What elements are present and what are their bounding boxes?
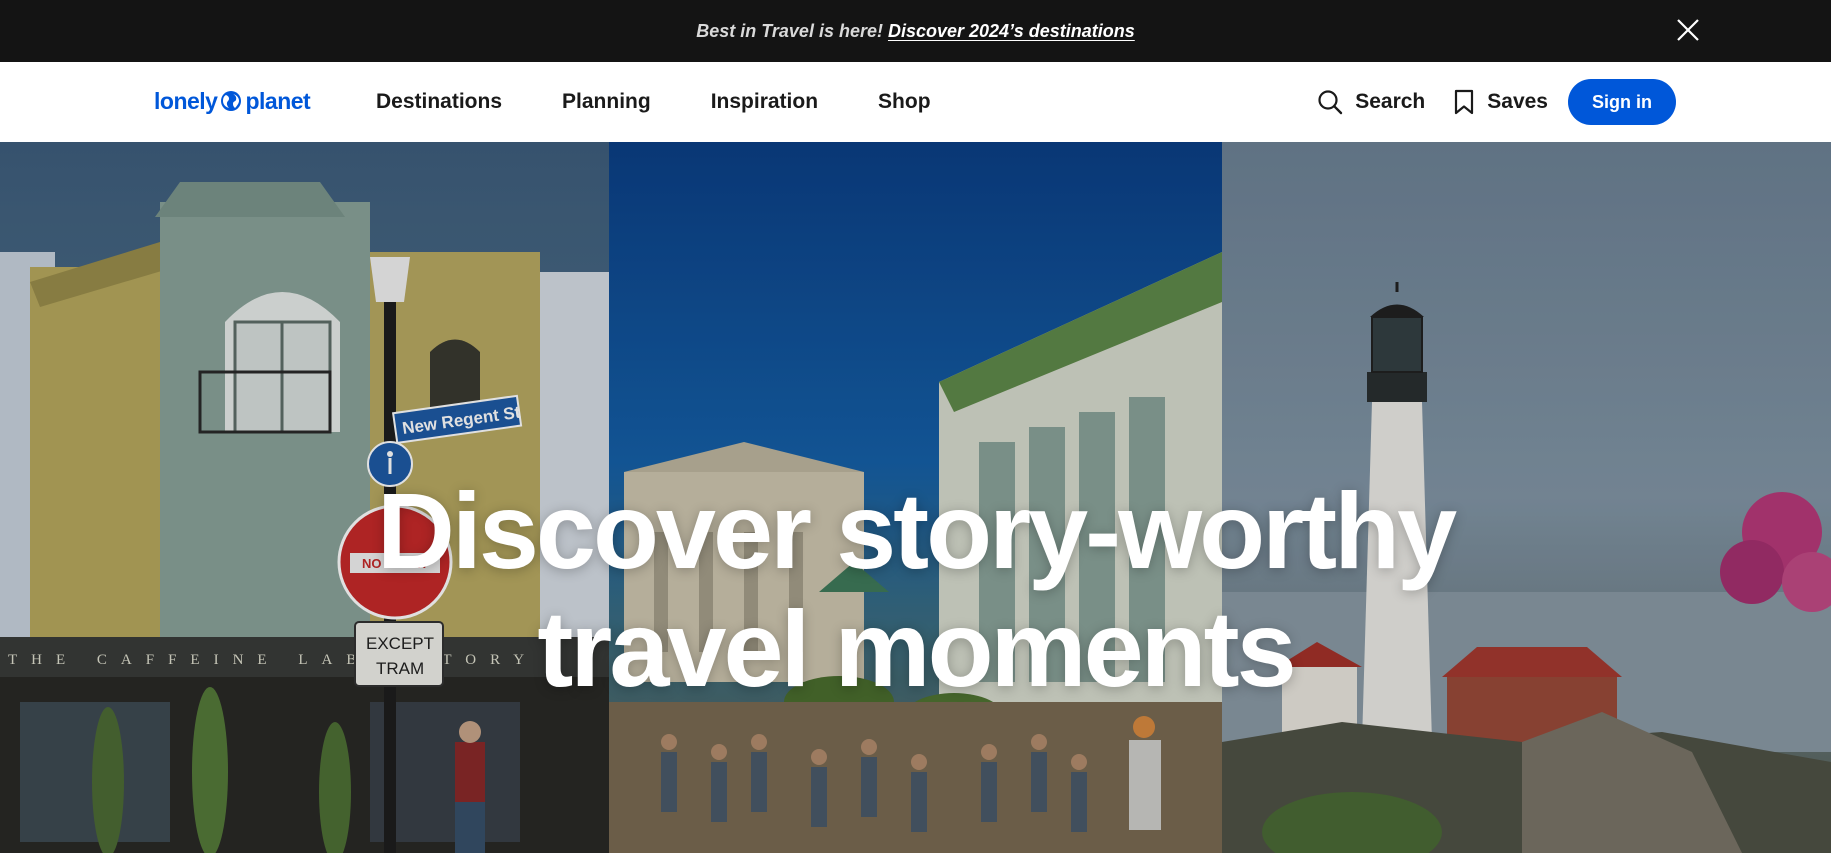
globe-icon [221, 91, 242, 111]
hero: THE CAFFEINE LABORATORY New Regent St NO… [0, 142, 1831, 853]
header-tools: Search Saves Sign in [1317, 62, 1676, 142]
announcement-link[interactable]: Discover 2024’s destinations [888, 21, 1135, 42]
nav-item-shop[interactable]: Shop [878, 90, 931, 114]
logo-text-left: lonely [154, 87, 218, 114]
logo-text-right: planet [245, 87, 311, 114]
logo[interactable]: lonely planet [154, 86, 311, 116]
hero-title-line2: travel moments [537, 588, 1296, 709]
sign-in-button[interactable]: Sign in [1568, 79, 1676, 125]
nav-item-destinations[interactable]: Destinations [376, 90, 502, 114]
search-label: Search [1355, 90, 1426, 113]
nav-item-inspiration[interactable]: Inspiration [711, 90, 818, 114]
close-icon[interactable] [1673, 15, 1703, 45]
search-icon [1318, 90, 1343, 115]
saves-button[interactable]: Saves [1453, 89, 1548, 115]
main-nav: Destinations Planning Inspiration Shop [376, 62, 991, 142]
nav-item-planning[interactable]: Planning [562, 90, 651, 114]
announcement-bar: Best in Travel is here! Discover 2024’s … [0, 0, 1831, 62]
hero-title: Discover story-worthy travel moments [0, 472, 1831, 708]
site-header: lonely planet Destinations Planning Insp… [0, 62, 1831, 142]
hero-title-line1: Discover story-worthy [376, 470, 1457, 591]
saves-label: Saves [1487, 90, 1548, 113]
search-button[interactable]: Search [1317, 89, 1425, 115]
announcement-text: Best in Travel is here! [696, 20, 883, 41]
bookmark-icon [1455, 89, 1474, 115]
